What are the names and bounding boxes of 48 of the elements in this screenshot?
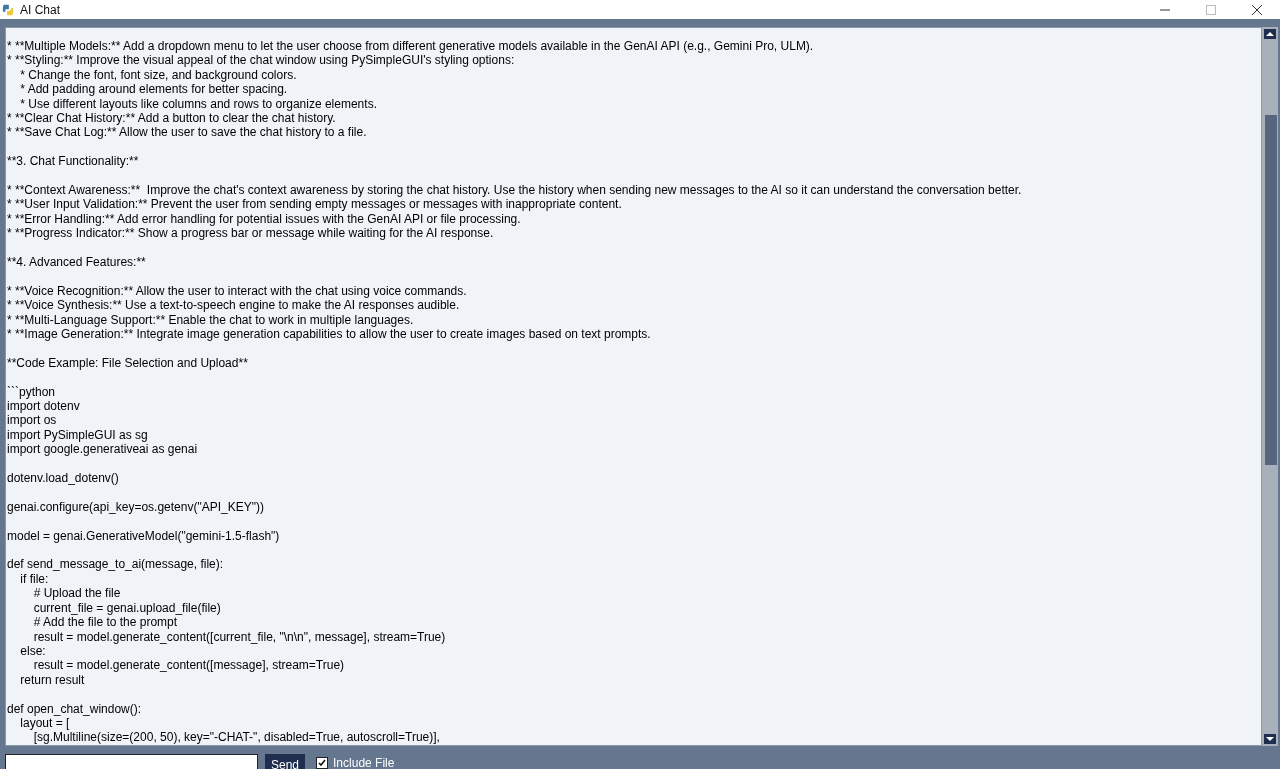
chat-line: if file:	[19, 571, 49, 587]
chat-line: * **Voice Recognition:** Allow the user to interact with the chat using voice commands.	[7, 283, 467, 299]
chat-line: * **Multi-Language Support:** Enable the chat to work in multiple languages.	[7, 312, 414, 328]
chat-line: [sg.Multiline(size=(200, 50), key="-CHAT-", disabled=True, autoscroll=True)],	[32, 730, 440, 745]
chat-line: result = model.generate_content([current_file, "\n\n", message], stream=True)	[32, 629, 446, 644]
chat-line: import os	[7, 413, 57, 428]
chat-line: * **Progress Indicator:** Show a progress bar or message while waiting for the AI response.	[7, 226, 494, 241]
chat-line: import google.generativeai as genai	[7, 442, 198, 457]
chat-line: * **Save Chat Log:** Allow the user to save the chat history to a file.	[7, 125, 367, 140]
chat-line: def send_message_to_ai(message, file):	[7, 557, 224, 572]
chat-line: layout = [	[19, 715, 70, 731]
chat-line: * **User Input Validation:** Prevent the user from sending empty messages or messages with inappropriate content.	[7, 197, 622, 212]
chat-line: * **Voice Synthesis:** Use a text-to-speech engine to make the AI responses audible.	[7, 298, 460, 313]
chat-line: * **Multiple Models:** Add a dropdown menu to let the user choose from different generative models available in the GenAI API (e.g., Gemini Pro, ULM).	[7, 39, 814, 54]
chat-line: * Add padding around elements for better spacing.	[19, 82, 288, 97]
chat-line: import PySimpleGUI as sg	[7, 427, 148, 443]
message-field[interactable]	[5, 754, 258, 769]
chat-line: # Add the file to the prompt	[32, 615, 178, 630]
chat-line: result = model.generate_content([message], stream=True)	[32, 658, 345, 673]
chat-line: ```python	[7, 384, 56, 400]
chat-line: * **Context Awareness:** Improve the chat's context awareness by storing the chat history. Use the history when sending new messages to the AI so it can understand the conversation better.	[7, 183, 1022, 198]
chat-line: model = genai.GenerativeModel("gemini-1.5-flash")	[7, 528, 280, 544]
chat-line: import dotenv	[7, 399, 80, 414]
app-icon	[2, 3, 14, 16]
chat-line: **3. Chat Functionality:**	[7, 154, 139, 169]
chat-line: **4. Advanced Features:**	[7, 255, 146, 270]
scrollbar-thumb[interactable]	[1265, 115, 1277, 465]
chat-line: * **Clear Chat History:** Add a button to clear the chat history.	[7, 111, 336, 126]
chat-line: * **Image Generation:** Integrate image generation capabilities to allow the user to create images based on text prompts.	[7, 327, 651, 342]
window-title: AI Chat	[20, 2, 61, 17]
scrollbar[interactable]	[1262, 27, 1278, 746]
chat-line: genai.configure(api_key=os.getenv("API_KEY"))	[7, 499, 264, 515]
check-icon	[317, 758, 328, 768]
chat-line: return result	[19, 672, 85, 688]
chat-line: * **Error Handling:** Add error handling for potential issues with the GenAI API or file processing.	[7, 211, 521, 227]
chat-line: current_file = genai.upload_file(file)	[32, 600, 221, 616]
scroll-up-icon[interactable]	[1264, 29, 1276, 39]
chat-line: dotenv.load_dotenv()	[7, 471, 119, 486]
scroll-down-icon[interactable]	[1264, 734, 1276, 744]
chat-line: def open_chat_window():	[7, 701, 142, 716]
chat-line: else:	[19, 643, 46, 659]
chat-line: **Code Example: File Selection and Upload**	[7, 355, 248, 371]
send-button[interactable]: Send	[265, 754, 306, 769]
chat-line: * **Styling:** Improve the visual appeal of the chat window using PySimpleGUI's styling options:	[7, 53, 515, 68]
chat-line: # Upload the file	[32, 586, 121, 601]
chat-line: * Change the font, font size, and background colors.	[19, 67, 297, 83]
include-file-checkbox[interactable]: Include File	[316, 754, 395, 769]
chat-line: * Use different layouts like columns and rows to organize elements.	[19, 96, 377, 112]
